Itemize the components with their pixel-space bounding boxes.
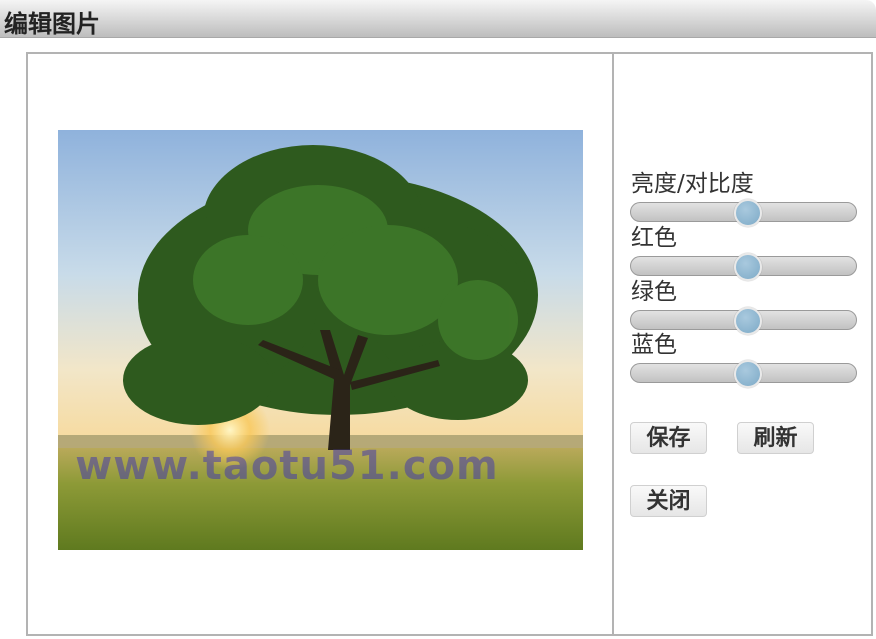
save-button[interactable]: 保存	[630, 422, 707, 454]
photo-preview: www.taotu51.com	[58, 130, 583, 550]
green-slider[interactable]	[630, 307, 857, 335]
photo-watermark: www.taotu51.com	[75, 443, 499, 489]
blue-label: 蓝色	[631, 332, 677, 358]
red-label: 红色	[631, 225, 677, 251]
brightness-contrast-slider[interactable]	[630, 199, 857, 227]
close-button[interactable]: 关闭	[630, 485, 707, 517]
dialog-title-bar[interactable]: 编辑图片	[0, 0, 876, 38]
brightness-contrast-label: 亮度/对比度	[631, 171, 754, 197]
dialog-title: 编辑图片	[4, 9, 100, 38]
slider-thumb[interactable]	[734, 307, 763, 335]
refresh-button[interactable]: 刷新	[737, 422, 814, 454]
panel-divider	[612, 52, 614, 636]
slider-thumb[interactable]	[734, 253, 763, 281]
slider-thumb[interactable]	[734, 360, 763, 388]
blue-slider[interactable]	[630, 360, 857, 388]
red-slider[interactable]	[630, 253, 857, 281]
green-label: 绿色	[631, 279, 677, 305]
slider-thumb[interactable]	[734, 199, 763, 227]
